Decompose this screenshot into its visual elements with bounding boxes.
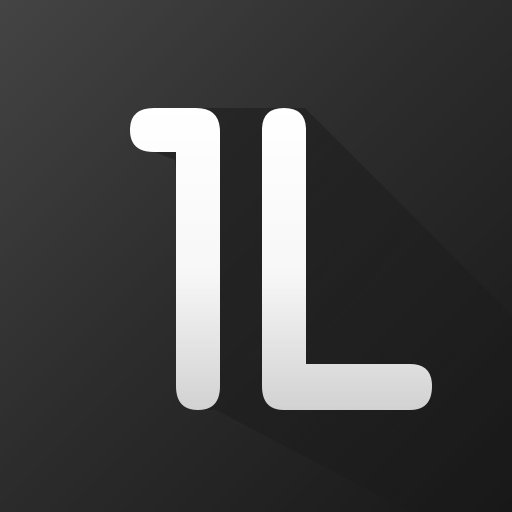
app-icon xyxy=(0,0,512,512)
1l-monogram-icon xyxy=(130,108,512,512)
